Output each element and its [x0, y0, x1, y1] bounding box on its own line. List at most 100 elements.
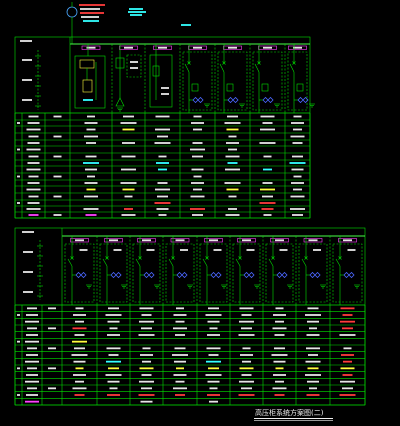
unreadable-text-mark	[26, 188, 41, 191]
ct-coil-left	[262, 96, 269, 104]
unreadable-text-mark	[48, 327, 56, 330]
earthing-switch-box	[261, 83, 269, 92]
unreadable-text-mark	[209, 387, 218, 390]
upper-parameter-table	[14, 112, 311, 219]
unreadable-text-mark	[27, 142, 40, 144]
unreadable-text-mark	[263, 168, 272, 171]
ct-coil-left	[243, 271, 250, 279]
current-transformer-symbol	[210, 271, 222, 279]
unreadable-text-mark	[17, 122, 20, 124]
unreadable-text-mark	[28, 155, 39, 158]
unreadable-text-mark	[157, 135, 168, 138]
unreadable-text-mark	[209, 400, 218, 403]
unreadable-text-mark	[339, 334, 356, 336]
unreadable-text-mark	[342, 327, 353, 330]
unreadable-text-mark	[263, 46, 272, 49]
unreadable-text-mark	[106, 347, 121, 350]
unreadable-text-mark	[293, 115, 302, 118]
unreadable-text-mark	[75, 307, 84, 310]
unreadable-text-mark	[175, 320, 185, 323]
unreadable-text-mark	[155, 115, 170, 118]
breaker-blade	[135, 258, 141, 267]
ct-coil-left	[276, 271, 283, 279]
ct-coil-right	[115, 271, 122, 279]
unreadable-text-mark	[273, 374, 286, 376]
unreadable-text-mark	[75, 367, 84, 370]
unreadable-text-mark	[79, 4, 105, 6]
breaker-blade	[268, 258, 274, 267]
unreadable-text-mark	[239, 367, 254, 370]
unreadable-text-mark	[158, 46, 167, 49]
lower-left-label-column	[22, 228, 63, 305]
unreadable-text-mark	[48, 387, 56, 390]
unreadable-text-mark	[27, 182, 40, 184]
breaker-blade	[235, 258, 241, 267]
unreadable-text-mark	[156, 162, 169, 164]
unreadable-text-mark	[27, 367, 37, 370]
ground-symbol	[354, 284, 360, 289]
unreadable-text-mark	[22, 59, 32, 61]
unreadable-text-mark	[26, 354, 38, 356]
unreadable-text-mark	[26, 314, 38, 316]
unreadable-text-mark	[274, 394, 285, 396]
unreadable-text-mark	[26, 168, 41, 171]
unreadable-text-mark	[291, 182, 304, 184]
lower-switchgear-scheme	[14, 227, 366, 406]
circuit-breaker-symbol	[184, 61, 191, 73]
ct-coil-right	[197, 96, 204, 104]
unreadable-text-mark	[161, 87, 169, 89]
breaker-blade	[254, 63, 260, 73]
ct-coil-left	[210, 271, 217, 279]
unreadable-text-mark	[241, 314, 252, 316]
unreadable-text-mark	[108, 367, 119, 370]
unreadable-text-mark	[191, 168, 204, 171]
unreadable-text-mark	[226, 188, 239, 191]
unreadable-text-mark	[207, 394, 220, 396]
unreadable-text-mark	[161, 93, 169, 95]
breaker-blade	[202, 258, 208, 267]
unreadable-text-mark	[158, 155, 167, 158]
unreadable-text-mark	[224, 182, 241, 184]
unreadable-text-mark	[241, 374, 252, 376]
unreadable-text-mark	[84, 182, 98, 184]
unreadable-text-mark	[193, 128, 202, 131]
unreadable-text-mark	[340, 307, 355, 310]
unreadable-text-mark	[290, 135, 305, 138]
unreadable-text-mark	[139, 367, 154, 370]
unreadable-text-mark	[27, 327, 37, 330]
current-transformer-symbol	[262, 96, 274, 104]
unreadable-text-mark	[261, 208, 274, 210]
circuit-breaker-symbol	[102, 256, 109, 267]
unreadable-text-mark	[343, 347, 352, 350]
unreadable-text-mark	[120, 182, 137, 184]
unreadable-text-mark	[173, 387, 187, 390]
ground-symbol	[117, 107, 123, 112]
unreadable-text-mark	[25, 400, 39, 403]
unreadable-text-mark	[172, 354, 188, 356]
unreadable-text-mark	[173, 327, 187, 330]
unreadable-text-mark	[122, 188, 135, 191]
fuse-box	[82, 79, 93, 93]
unreadable-text-mark	[293, 188, 302, 191]
ct-coil-right	[348, 271, 355, 279]
current-transformer-symbol	[276, 271, 288, 279]
unreadable-text-mark	[246, 249, 255, 251]
unreadable-text-mark	[86, 128, 96, 131]
unreadable-text-mark	[293, 175, 302, 178]
unreadable-text-mark	[28, 195, 39, 198]
unreadable-text-mark	[347, 249, 356, 251]
circuit-breaker-symbol	[235, 256, 242, 267]
unreadable-text-mark	[22, 99, 32, 101]
unreadable-text-mark	[140, 400, 153, 403]
unreadable-text-mark	[20, 40, 32, 42]
unreadable-text-mark	[180, 249, 188, 251]
unreadable-text-mark	[85, 214, 97, 216]
unreadable-text-mark	[141, 314, 152, 316]
unreadable-text-mark	[27, 122, 40, 124]
unreadable-text-mark	[23, 271, 33, 273]
unreadable-text-mark	[141, 387, 152, 390]
unreadable-text-mark	[140, 354, 153, 356]
unreadable-text-mark	[84, 135, 98, 138]
unreadable-text-mark	[209, 327, 218, 330]
ct-coil-right	[281, 271, 288, 279]
